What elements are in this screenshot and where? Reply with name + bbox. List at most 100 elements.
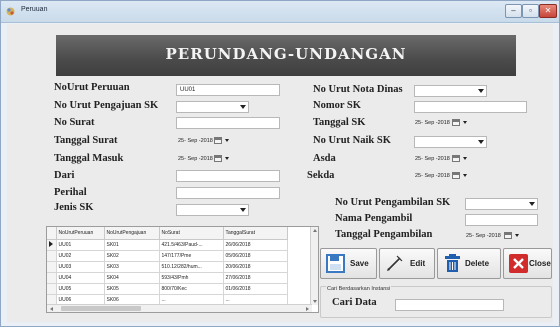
horizontal-scrollbar[interactable] (47, 304, 312, 312)
table-cell[interactable]: 421.5/463/Paud-... (159, 239, 224, 251)
table-cell[interactable]: SK04 (104, 272, 160, 284)
table-cell[interactable]: UU01 (56, 239, 105, 251)
form-client-area: PERUNDANG-UNDANGAN NoUrut Peruuan UU01 N… (7, 24, 553, 322)
table-row[interactable]: UU03 SK03 510.12/282/hum... 20/06/2018 (47, 261, 288, 273)
save-button[interactable]: Save (320, 248, 377, 279)
tanggal-pengambilan-datepicker[interactable]: 25- Sep -2018 (466, 230, 528, 242)
tanggal-surat-datepicker[interactable]: 25- Sep -2018 (178, 135, 238, 147)
no-urut-naik-sk-label: No Urut Naik SK (313, 135, 391, 146)
close-icon (509, 254, 528, 273)
table-cell[interactable]: 27/06/2018 (223, 272, 288, 284)
table-cell[interactable]: 01/06/2018 (223, 283, 288, 295)
chevron-down-icon (225, 139, 229, 142)
table-cell[interactable]: 05/06/2018 (223, 250, 288, 262)
table-cell[interactable]: UU05 (56, 283, 105, 295)
scroll-thumb[interactable] (61, 306, 141, 311)
column-header[interactable]: NoUrutPeruuan (56, 227, 105, 240)
search-group-title: Cari Berdasarkan Instansi (326, 286, 392, 292)
vertical-scrollbar[interactable] (310, 227, 318, 305)
table-cell[interactable]: 800/70/Kec (159, 283, 224, 295)
app-window: Peruuan – ▫ ✕ PERUNDANG-UNDANGAN NoUrut … (0, 0, 560, 327)
column-header[interactable]: TanggalSurat (223, 227, 288, 240)
scroll-left-icon[interactable] (50, 307, 53, 311)
no-urut-pengambilan-sk-select[interactable] (465, 198, 538, 210)
nomor-sk-label: Nomor SK (313, 100, 361, 111)
nama-pengambil-field[interactable] (465, 214, 538, 226)
asda-label: Asda (313, 153, 336, 164)
sekda-label: Sekda (307, 170, 335, 181)
close-window-button[interactable]: ✕ (539, 4, 557, 18)
tanggal-pengambilan-label: Tanggal Pengambilan (335, 229, 433, 240)
no-urut-nota-dinas-select[interactable] (414, 85, 487, 97)
no-urut-peruuan-field[interactable]: UU01 (176, 84, 280, 96)
table-row[interactable]: UU01 SK01 421.5/463/Paud-... 26/06/2018 (47, 239, 288, 251)
table-cell[interactable]: SK03 (104, 261, 160, 273)
asda-datepicker[interactable]: 25- Sep -2018 (415, 153, 475, 165)
table-cell[interactable]: UU02 (56, 250, 105, 262)
tanggal-masuk-datepicker[interactable]: 25- Sep -2018 (178, 153, 238, 165)
perihal-field[interactable] (176, 187, 280, 199)
no-urut-pengajuan-sk-select[interactable] (176, 101, 249, 113)
chevron-down-icon (463, 157, 467, 160)
delete-button[interactable]: Delete (437, 248, 501, 279)
perihal-label: Perihal (54, 187, 87, 198)
cari-data-label: Cari Data (332, 297, 377, 308)
column-header[interactable]: NoSurat (159, 227, 224, 240)
data-grid[interactable]: NoUrutPeruuan NoUrutPengajuan NoSurat Ta… (46, 226, 319, 313)
calendar-icon (452, 172, 460, 179)
app-icon (6, 7, 15, 16)
search-input[interactable] (395, 299, 504, 311)
row-selector[interactable] (47, 239, 57, 251)
minimize-button[interactable]: – (505, 4, 522, 18)
close-button[interactable]: Close (503, 248, 552, 279)
table-row[interactable]: UU04 SK04 593/43/Pmh 27/06/2018 (47, 272, 288, 284)
window-title: Peruuan (21, 6, 48, 13)
calendar-icon (214, 137, 222, 144)
scroll-down-icon[interactable] (313, 300, 317, 303)
edit-button[interactable]: Edit (379, 248, 435, 279)
chevron-down-icon (240, 105, 246, 109)
no-urut-naik-sk-select[interactable] (414, 136, 487, 148)
row-selector[interactable] (47, 250, 57, 262)
calendar-icon (452, 119, 460, 126)
search-group: Cari Berdasarkan Instansi Cari Data (320, 286, 552, 318)
tanggal-sk-datepicker[interactable]: 25- Sep -2018 (415, 117, 475, 129)
row-selector[interactable] (47, 283, 57, 295)
table-cell[interactable]: SK05 (104, 283, 160, 295)
table-cell[interactable]: SK01 (104, 239, 160, 251)
table-cell[interactable]: 510.12/282/hum... (159, 261, 224, 273)
table-cell[interactable]: UU03 (56, 261, 105, 273)
no-urut-peruuan-label: NoUrut Peruuan (54, 82, 130, 93)
pencil-icon (387, 255, 403, 271)
no-urut-pengambilan-sk-label: No Urut Pengambilan SK (335, 197, 451, 208)
save-icon (326, 254, 345, 273)
table-cell[interactable]: 593/43/Pmh (159, 272, 224, 284)
calendar-icon (214, 155, 222, 162)
chevron-down-icon (478, 140, 484, 144)
table-cell[interactable]: 20/06/2018 (223, 261, 288, 273)
dari-field[interactable] (176, 170, 280, 182)
table-row[interactable]: UU05 SK05 800/70/Kec 01/06/2018 (47, 283, 288, 295)
table-cell[interactable]: UU04 (56, 272, 105, 284)
jenis-sk-select[interactable] (176, 204, 249, 216)
table-cell[interactable]: 26/06/2018 (223, 239, 288, 251)
column-header[interactable]: NoUrutPengajuan (104, 227, 160, 240)
row-selector[interactable] (47, 272, 57, 284)
scroll-right-icon[interactable] (306, 307, 309, 311)
no-surat-field[interactable] (176, 117, 280, 129)
scroll-up-icon[interactable] (313, 229, 317, 232)
row-selector[interactable] (47, 261, 57, 273)
table-cell[interactable]: 147/177/Pme (159, 250, 224, 262)
maximize-button[interactable]: ▫ (522, 4, 539, 18)
table-row[interactable]: UU02 SK02 147/177/Pme 05/06/2018 (47, 250, 288, 262)
title-bar[interactable]: Peruuan – ▫ ✕ (1, 1, 559, 23)
trash-icon (445, 254, 460, 272)
tanggal-masuk-label: Tanggal Masuk (54, 153, 124, 164)
sekda-datepicker[interactable]: 25- Sep -2018 (415, 170, 475, 182)
nama-pengambil-label: Nama Pengambil (335, 213, 413, 224)
table-cell[interactable]: SK02 (104, 250, 160, 262)
page-title: PERUNDANG-UNDANGAN (165, 45, 407, 63)
tanggal-surat-label: Tanggal Surat (54, 135, 118, 146)
chevron-down-icon (463, 121, 467, 124)
nomor-sk-field[interactable] (414, 101, 527, 113)
